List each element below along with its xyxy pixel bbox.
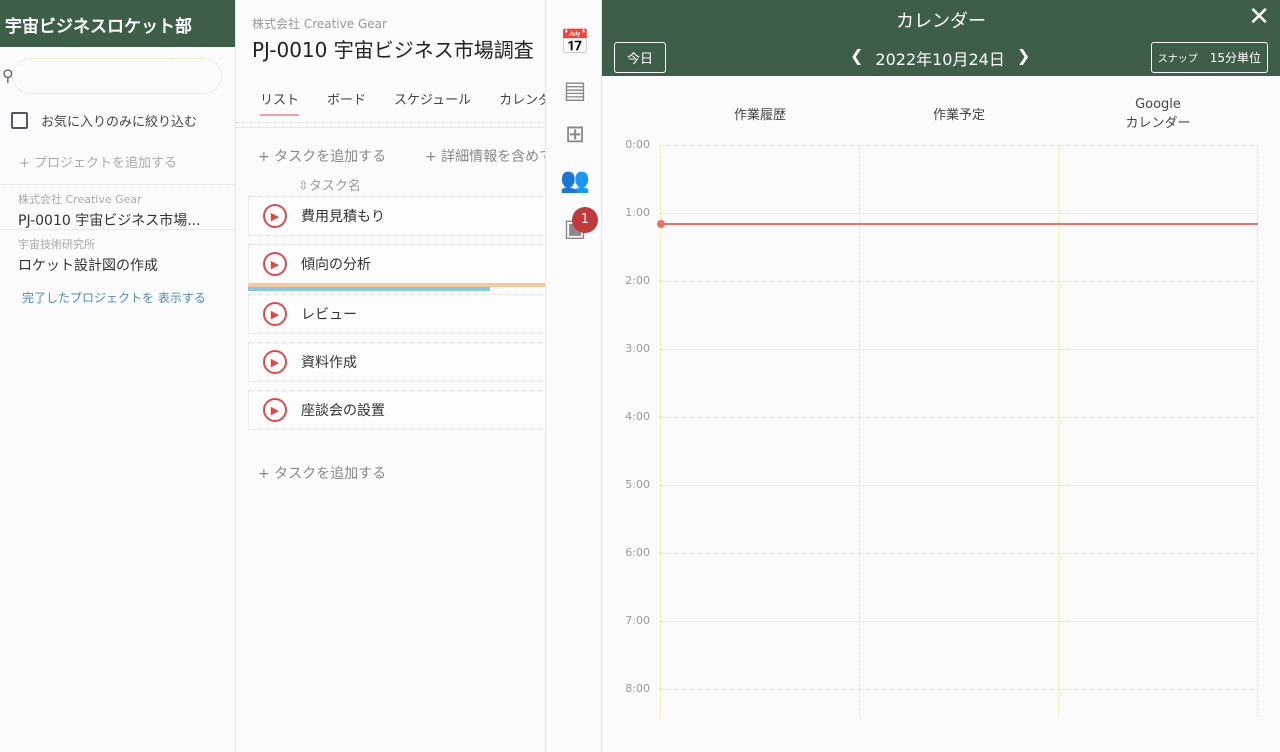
play-icon[interactable]: ▶ [263, 252, 287, 276]
tool-rail: 📅 ▤ ⊞ 👥 ▣ 1 [546, 0, 602, 752]
tab-board[interactable]: ボード [327, 89, 366, 116]
calendar-header: カレンダー ✕ 今日 ❮ 2022年10月24日 ❯ スナップ 15分単位 [602, 0, 1280, 76]
column-work-plan: 作業予定 [932, 108, 985, 123]
time-grid[interactable]: 0:00 1:00 2:00 3:00 4:00 5:00 6:00 7:00 8:00 [625, 138, 1258, 717]
hour-label: 1:00 [625, 206, 650, 219]
close-icon[interactable]: ✕ [1248, 2, 1270, 32]
divider [236, 122, 545, 128]
hour-label: 6:00 [625, 546, 650, 559]
notification-badge: 1 [572, 207, 598, 233]
task-name: 費用見積もり [301, 209, 385, 225]
play-icon[interactable]: ▶ [263, 204, 287, 228]
task-row[interactable]: ▶ 費用見積もり [248, 196, 545, 236]
task-name: レビュー [301, 307, 357, 323]
project-company: 宇宙技術研究所 [18, 238, 95, 251]
hour-label: 8:00 [625, 682, 650, 695]
column-line [1257, 145, 1258, 717]
hour-label: 2:00 [625, 274, 650, 287]
column-work-history: 作業履歴 [733, 108, 786, 123]
play-icon[interactable]: ▶ [263, 350, 287, 374]
project-sidebar: 宇宙ビジネスロケット部 ⚲ お気に入りのみに絞り込む + プロジェクトを追加する… [0, 0, 236, 752]
task-row[interactable]: ▶ レビュー [248, 294, 545, 334]
play-icon[interactable]: ▶ [263, 398, 287, 422]
hour-line [660, 621, 1258, 622]
calendar-panel: カレンダー ✕ 今日 ❮ 2022年10月24日 ❯ スナップ 15分単位 作業履歴 … [602, 0, 1280, 752]
project-company: 株式会社 Creative Gear [252, 17, 387, 31]
snap-button[interactable]: スナップ 15分単位 [1150, 42, 1268, 73]
search-input[interactable] [12, 58, 222, 94]
hour-label: 5:00 [625, 478, 650, 491]
snap-value: 15分単位 [1209, 51, 1261, 65]
play-icon[interactable]: ▶ [263, 302, 287, 326]
hour-line [660, 349, 1258, 350]
task-list-icon[interactable]: ▤ [560, 76, 590, 106]
project-name: ロケット設計図の作成 [18, 258, 158, 274]
project-title: PJ-0010 宇宙ビジネス市場調査 [252, 38, 534, 62]
snap-label: スナップ [1157, 54, 1198, 65]
tab-list[interactable]: リスト [260, 89, 300, 116]
column-line [1058, 145, 1059, 717]
add-task-icon[interactable]: ⊞ [560, 120, 590, 150]
add-detail-task-button[interactable]: + 詳細情報を含めて追加する [425, 146, 545, 166]
column-google-calendar: Google カレンダー [1125, 97, 1191, 131]
progress-bar-actual [248, 287, 490, 291]
task-row[interactable]: ▶ 資料作成 [248, 342, 545, 382]
current-time-dot [657, 220, 665, 229]
task-name: 傾向の分析 [301, 257, 371, 273]
today-button[interactable]: 今日 [614, 42, 667, 73]
project-panel: 株式会社 Creative Gear PJ-0010 宇宙ビジネス市場調査 リス… [236, 0, 546, 752]
current-time-line [660, 223, 1258, 226]
column-line [859, 145, 860, 717]
members-icon[interactable]: 👥 [560, 166, 590, 196]
hour-label: 3:00 [625, 342, 650, 355]
project-company: 株式会社 Creative Gear [18, 193, 142, 206]
favorites-filter[interactable]: お気に入りのみに絞り込む [11, 111, 197, 130]
task-name-column-header[interactable]: ⇳タスク名 [298, 175, 361, 194]
next-day-icon[interactable]: ❯ [1017, 46, 1030, 70]
team-title: 宇宙ビジネスロケット部 [0, 0, 235, 47]
tab-calendar[interactable]: カレンダー [499, 89, 545, 116]
task-row[interactable]: ▶ 座談会の設置 [248, 390, 545, 430]
tab-schedule[interactable]: スケジュール [394, 89, 471, 116]
task-row[interactable]: ▶ 傾向の分析 [248, 244, 545, 284]
task-name: 資料作成 [301, 355, 357, 371]
hour-line [660, 281, 1258, 282]
current-date: 2022年10月24日 [875, 50, 1005, 69]
favorites-label: お気に入りのみに絞り込む [41, 115, 198, 130]
hour-line [660, 145, 1258, 146]
hour-label: 4:00 [625, 410, 650, 423]
calendar-icon[interactable]: 📅 [560, 28, 590, 58]
column-line [660, 145, 661, 717]
add-task-button[interactable]: + タスクを追加する [258, 146, 386, 166]
hour-label: 7:00 [625, 614, 650, 627]
hour-line [660, 417, 1258, 418]
hour-line [660, 689, 1258, 690]
hour-line [660, 213, 1258, 214]
add-task-bottom-button[interactable]: + タスクを追加する [258, 463, 386, 483]
hour-line [660, 485, 1258, 486]
hour-line [660, 553, 1258, 554]
calendar-title: カレンダー [896, 11, 986, 32]
hour-label: 0:00 [625, 138, 650, 151]
project-item[interactable]: 宇宙技術研究所ロケット設計図の作成 [0, 229, 235, 281]
show-completed-link[interactable]: 完了したプロジェクトを 表示する [22, 289, 206, 306]
favorites-checkbox[interactable] [11, 112, 28, 129]
task-name: 座談会の設置 [301, 403, 385, 419]
project-name: PJ-0010 宇宙ビジネス市場... [18, 213, 201, 229]
add-project-button[interactable]: + プロジェクトを追加する [19, 152, 177, 171]
prev-day-icon[interactable]: ❮ [850, 46, 863, 70]
